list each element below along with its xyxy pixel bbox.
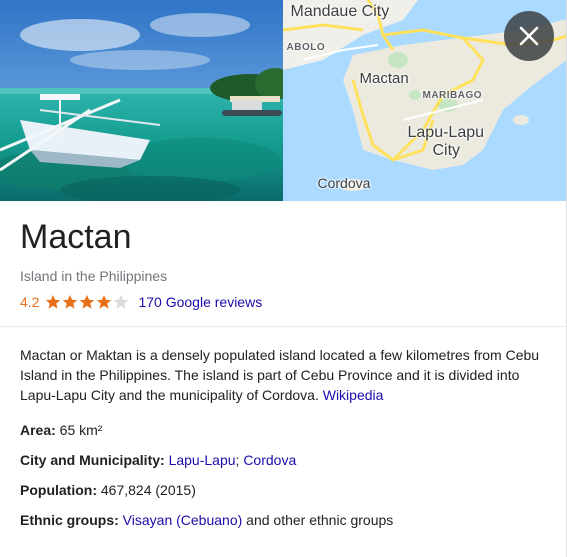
map-label-city: City (432, 142, 461, 159)
fact-ethnic: Ethnic groups: Visayan (Cebuano) and oth… (20, 510, 393, 530)
entity-subtitle: Island in the Philippines (20, 268, 168, 284)
lapulapu-link[interactable]: Lapu-Lapu (169, 452, 236, 468)
description: Mactan or Maktan is a densely populated … (20, 345, 548, 405)
map-label-abolo: ABOLO (286, 42, 326, 53)
fact-area: Area: 65 km² (20, 420, 102, 440)
beach-boat-photo (0, 0, 283, 201)
star-empty-icon (114, 295, 129, 309)
rating-row: 4.2 170 Google reviews (20, 292, 262, 312)
star-rating (45, 294, 130, 310)
map-label-lapulapu: Lapu-Lapu (407, 124, 485, 141)
fact-label-population: Population: (20, 482, 97, 498)
star-filled-icon (80, 295, 95, 309)
fact-label-area: Area: (20, 422, 56, 438)
visayan-link[interactable]: Visayan (Cebuano) (123, 512, 243, 528)
map-label-cordova: Cordova (317, 175, 371, 191)
entity-title: Mactan (20, 218, 132, 256)
wikipedia-link[interactable]: Wikipedia (323, 387, 384, 403)
reviews-link[interactable]: 170 Google reviews (138, 294, 262, 310)
map-label-mandaue: Mandaue City (290, 3, 390, 20)
fact-value-ethnic: and other ethnic groups (242, 512, 394, 528)
fact-label-city: City and Municipality: (20, 452, 165, 468)
close-button[interactable] (504, 11, 554, 61)
divider (0, 326, 566, 327)
star-filled-icon (63, 295, 78, 309)
map-label-mactan: Mactan (359, 70, 409, 87)
fact-value-population: 467,824 (2015) (97, 482, 196, 498)
media-header: Mandaue City ABOLO Mactan MARIBAGO Lapu-… (0, 0, 566, 201)
fact-label-ethnic: Ethnic groups: (20, 512, 119, 528)
knowledge-panel: Mandaue City ABOLO Mactan MARIBAGO Lapu-… (0, 0, 567, 557)
star-filled-icon (46, 295, 61, 309)
fact-city: City and Municipality: Lapu-Lapu; Cordov… (20, 450, 296, 470)
cordova-link[interactable]: Cordova (243, 452, 296, 468)
fact-value-area: 65 km² (55, 422, 103, 438)
close-icon (519, 26, 539, 46)
rating-value: 4.2 (20, 294, 40, 310)
island-photo[interactable] (0, 0, 283, 201)
description-text: Mactan or Maktan is a densely populated … (20, 347, 540, 403)
fact-population: Population: 467,824 (2015) (20, 480, 196, 500)
map-label-maribago: MARIBAGO (422, 90, 483, 101)
star-filled-icon (97, 295, 112, 309)
